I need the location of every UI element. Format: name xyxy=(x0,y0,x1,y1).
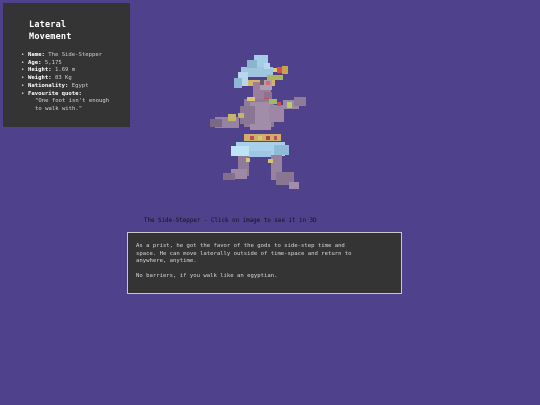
story-line-1: As a prist, he got the favor of the gods… xyxy=(136,243,345,249)
story-line-2: space. He can move laterally outside of … xyxy=(136,250,352,257)
fact-nationality: Nationality: Egypt xyxy=(21,83,122,91)
fact-weight-key: Weight: xyxy=(28,75,52,82)
fact-age-key: Age: xyxy=(28,59,42,66)
fact-nationality-value: Egypt xyxy=(71,82,89,89)
fact-height-key: Height: xyxy=(28,67,52,74)
fact-quote-line-2: to walk with." xyxy=(35,105,83,112)
fact-quote-line-1: "One foot isn't enough xyxy=(35,98,110,105)
info-card: Lateral Movement Name: The Side-Stepper … xyxy=(3,3,130,127)
fact-nationality-key: Nationality: xyxy=(28,82,69,89)
fact-height: Height: 1.69 m xyxy=(21,67,122,75)
voxel-figure-link[interactable] xyxy=(203,50,317,200)
fact-name-key: Name: xyxy=(28,52,45,58)
info-title-line-1: Lateral xyxy=(29,20,67,30)
story-paragraph-2: No barriers, if you walk like an egyptia… xyxy=(136,273,393,281)
story-gap xyxy=(136,266,393,273)
info-title: Lateral Movement xyxy=(29,19,122,43)
facts-list: Name: The Side-Stepper Age: 5,175 Height… xyxy=(21,52,122,114)
voxel-figure-image[interactable] xyxy=(203,50,317,200)
story-paragraph-1: As a prist, he got the favor of the gods… xyxy=(136,243,393,266)
fact-quote: Favourite quote: "One foot isn't enough … xyxy=(21,91,122,114)
fact-age-value: 5,175 xyxy=(44,59,62,66)
fact-height-value: 1.69 m xyxy=(54,67,76,74)
fact-quote-key: Favourite quote: xyxy=(28,90,82,97)
fact-name-value: The Side-Stepper xyxy=(48,52,103,58)
image-caption: The Side-Stepper - Click on image to see… xyxy=(144,218,317,224)
fact-weight: Weight: 83 Kg xyxy=(21,75,122,83)
story-box: As a prist, he got the favor of the gods… xyxy=(127,232,402,294)
fact-age: Age: 5,175 xyxy=(21,60,122,68)
story-line-4: No barriers, if you walk like an egyptia… xyxy=(136,272,278,279)
fact-name: Name: The Side-Stepper xyxy=(21,52,122,60)
fact-weight-value: 83 Kg xyxy=(54,75,72,82)
info-title-line-2: Movement xyxy=(29,32,72,42)
story-line-3: anywhere, anytime. xyxy=(136,258,197,265)
